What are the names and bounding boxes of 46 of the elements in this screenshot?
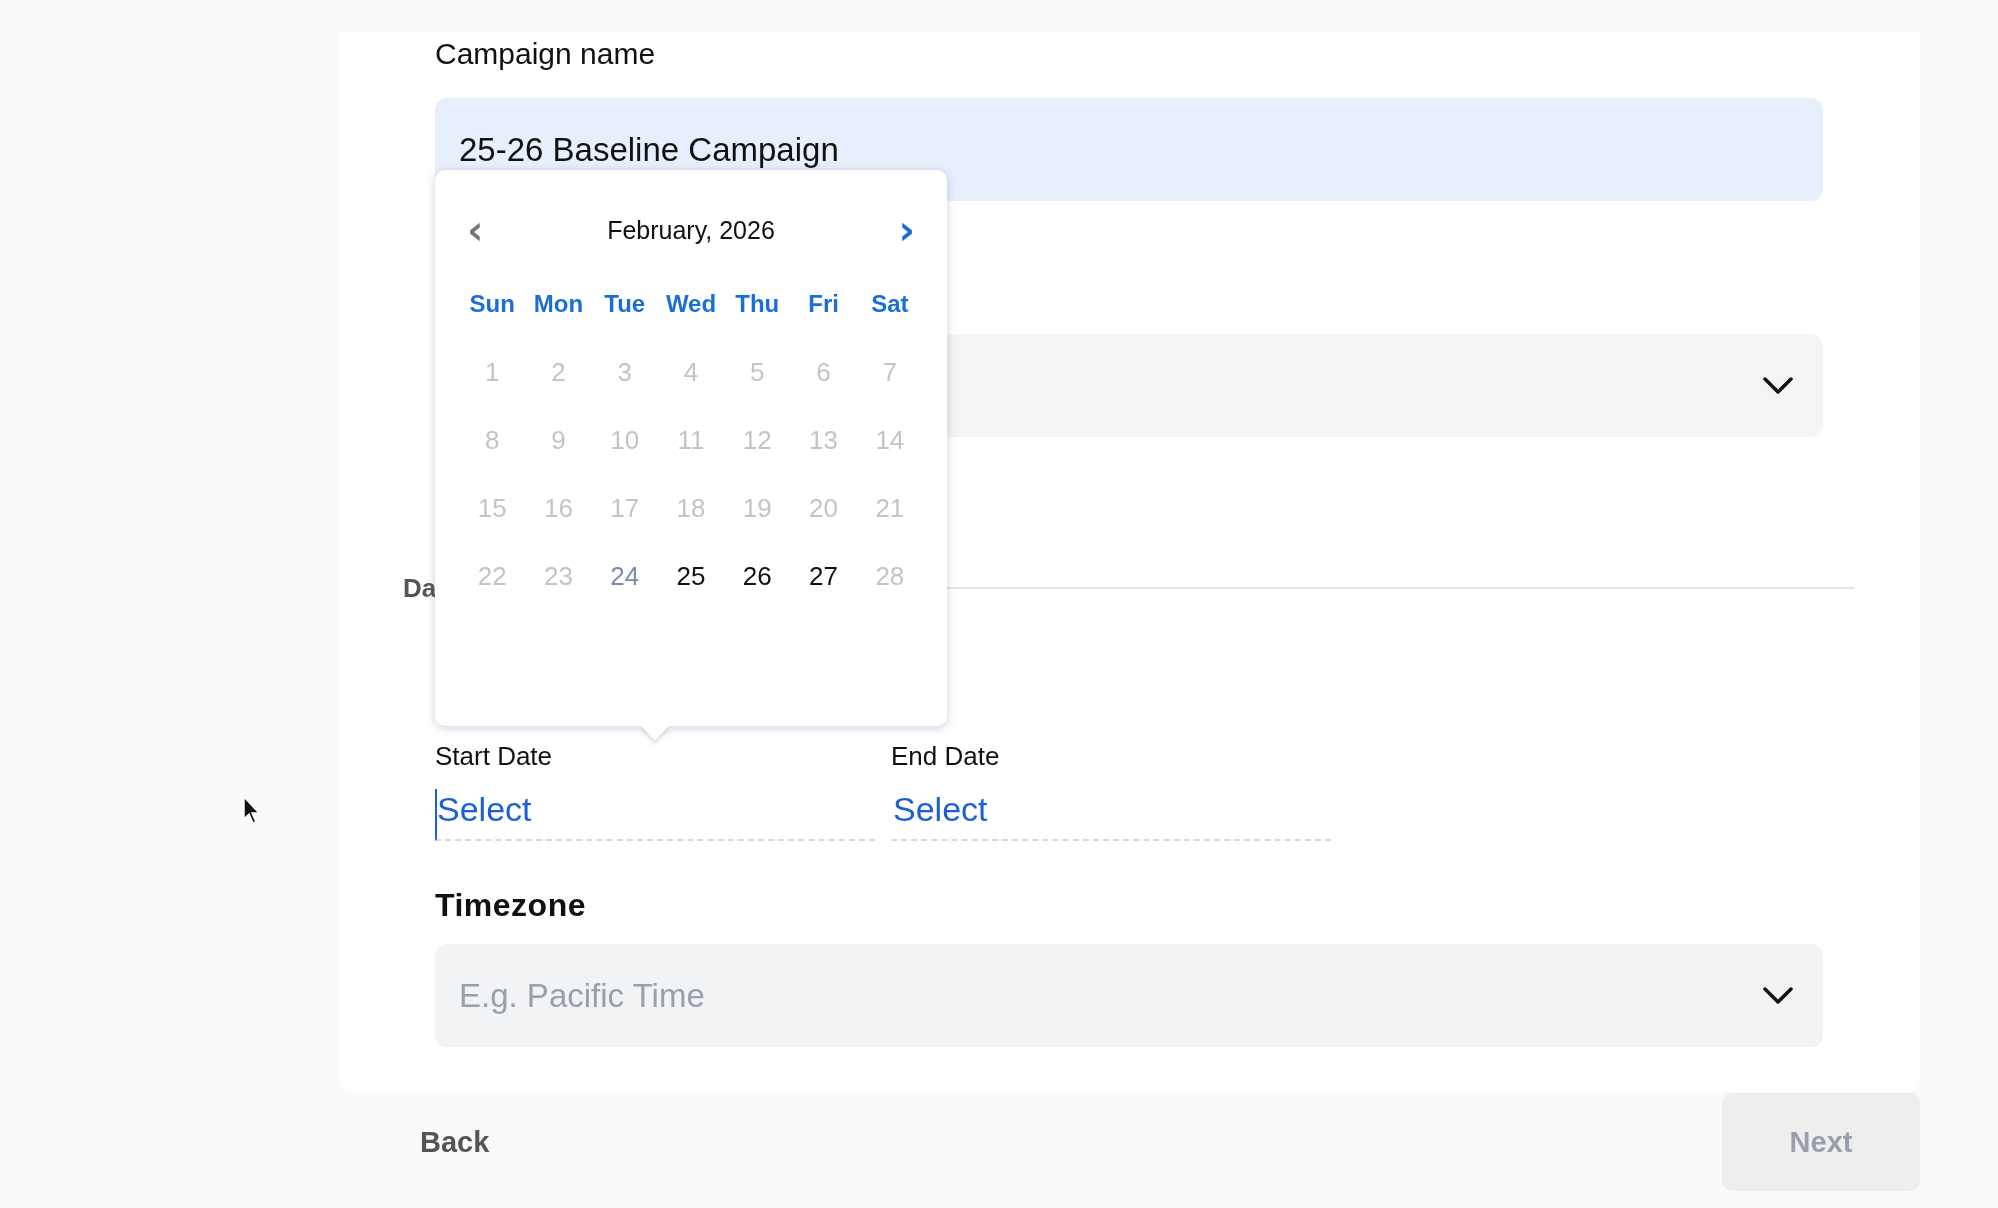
calendar-day: 19 [742, 492, 772, 524]
calendar-day: 5 [750, 356, 765, 388]
calendar-day: 17 [610, 492, 640, 524]
calendar-day: 8 [484, 424, 500, 456]
calendar-day: 18 [676, 492, 706, 524]
calendar-day: 3 [617, 356, 632, 388]
calendar-day: 28 [875, 560, 905, 592]
calendar-day[interactable]: 24 [610, 560, 640, 592]
section-heading: Da [403, 572, 437, 604]
calendar-day: 12 [742, 424, 772, 456]
calendar-day[interactable]: 27 [809, 560, 838, 592]
calendar-day: 2 [551, 356, 566, 388]
calendar-day: 4 [683, 356, 699, 388]
field-label: Campaign name [435, 36, 656, 72]
date-label: End Date [891, 741, 1000, 771]
calendar-day: 14 [875, 424, 905, 456]
weekday-label: Tue [604, 290, 646, 318]
next-month-button[interactable]: › [890, 210, 923, 250]
calendar-day: 23 [543, 560, 573, 592]
calendar-day: 13 [809, 424, 838, 456]
calendar-day: 10 [610, 424, 640, 456]
calendar-day[interactable]: 26 [742, 560, 772, 592]
calendar-day: 9 [551, 424, 566, 456]
weekday-label: Thu [735, 290, 780, 318]
calendar-day: 6 [816, 356, 831, 388]
weekday-label: Wed [665, 290, 717, 318]
calendar-day: 22 [477, 560, 507, 592]
date-field[interactable]: Select [435, 789, 875, 841]
calendar-day: 11 [677, 424, 705, 456]
calendar-day: 1 [484, 356, 500, 388]
back-button[interactable]: Back [420, 1115, 490, 1169]
calendar-day: 20 [809, 492, 838, 524]
calendar-day[interactable]: 25 [676, 560, 706, 592]
weekday-label: Sat [871, 290, 909, 318]
calendar-day: 15 [477, 492, 507, 524]
date-field[interactable]: Select [891, 789, 1331, 841]
weekday-label: Mon [533, 290, 584, 318]
month-title: February, 2026 [607, 215, 775, 245]
placeholder-text: E.g. Pacific Time [459, 976, 705, 1015]
calendar-day: 21 [875, 492, 905, 524]
calendar-day: 16 [543, 492, 573, 524]
weekday-label: Fri [808, 290, 839, 318]
calendar-day: 7 [882, 356, 898, 388]
weekday-label: Sun [469, 290, 515, 318]
timezone-label: Timezone [435, 887, 586, 924]
date-label: Start Date [435, 741, 553, 771]
